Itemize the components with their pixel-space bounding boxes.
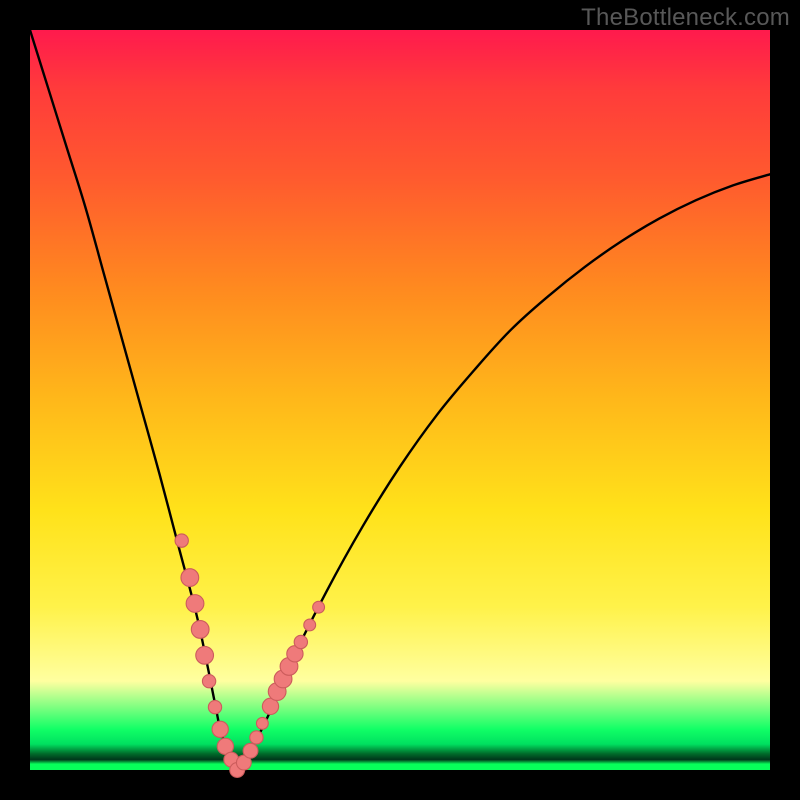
bottleneck-curve xyxy=(30,30,770,770)
curve-markers xyxy=(175,534,324,777)
chart-frame xyxy=(30,30,770,770)
curve-marker xyxy=(250,731,263,744)
curve-marker xyxy=(304,619,316,631)
curve-marker xyxy=(196,646,214,664)
curve-marker xyxy=(175,534,188,547)
curve-marker xyxy=(202,675,215,688)
curve-marker xyxy=(212,721,228,737)
chart-svg xyxy=(30,30,770,770)
curve-marker xyxy=(243,743,258,758)
curve-marker xyxy=(186,595,204,613)
curve-marker xyxy=(191,621,209,639)
curve-marker xyxy=(181,569,199,587)
curve-marker xyxy=(313,601,325,613)
watermark-text: TheBottleneck.com xyxy=(581,4,790,32)
curve-marker xyxy=(208,700,221,713)
chart-stage: TheBottleneck.com xyxy=(0,0,800,800)
curve-marker xyxy=(256,717,268,729)
curve-marker xyxy=(294,635,307,648)
